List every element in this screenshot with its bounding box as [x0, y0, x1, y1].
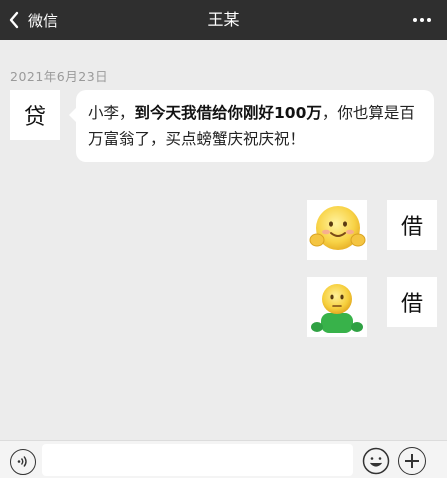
- my-avatar[interactable]: 借: [387, 277, 437, 327]
- smiley-icon: [362, 447, 390, 475]
- chat-title: 王某: [207, 10, 240, 29]
- dot: [413, 18, 417, 22]
- back-button[interactable]: 微信: [8, 0, 58, 40]
- smiling-emoji-thumbs-sticker[interactable]: [307, 200, 367, 260]
- more-dots-icon[interactable]: [407, 0, 437, 40]
- voice-icon[interactable]: [10, 449, 36, 475]
- message-input[interactable]: [42, 444, 353, 476]
- emoji-icon[interactable]: [362, 447, 390, 475]
- back-label: 微信: [28, 11, 59, 30]
- plus-icon[interactable]: [398, 447, 426, 475]
- my-avatar[interactable]: 借: [387, 200, 437, 250]
- emoji-person-icon: [311, 284, 363, 333]
- message-text-bold: 到今天我借给你刚好100万: [134, 104, 322, 122]
- input-bar: [0, 440, 447, 478]
- incoming-message-bubble[interactable]: 小李，到今天我借给你刚好100万，你也算是百万富翁了，买点螃蟹庆祝庆祝！: [69, 90, 434, 162]
- dot: [420, 18, 424, 22]
- message-text-part: 小李，: [88, 104, 135, 122]
- voice-wave-icon: [17, 456, 27, 467]
- sender-avatar[interactable]: 贷: [10, 90, 60, 140]
- chevron-left-icon: [9, 11, 19, 29]
- nav-bar: 微信 王某: [0, 0, 447, 40]
- dot: [427, 18, 431, 22]
- emoji-face-icon: [309, 206, 366, 250]
- green-shirt-emoji-sticker[interactable]: [307, 277, 367, 337]
- message-date: 2021年6月23日: [10, 69, 109, 84]
